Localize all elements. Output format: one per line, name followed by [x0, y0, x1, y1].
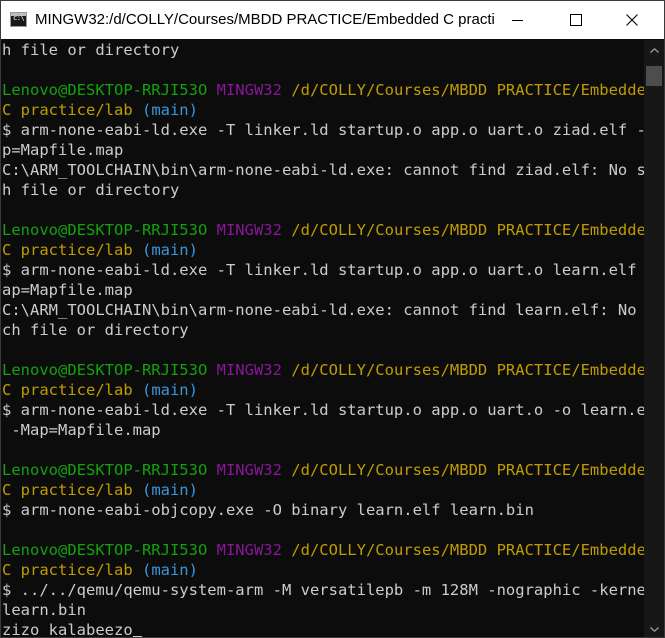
- terminal-text: -Map=Mapfile.map: [2, 421, 161, 439]
- prompt-segment-green: Lenovo@DESKTOP-RRJI53O: [2, 541, 217, 559]
- terminal-icon[interactable]: c:\: [10, 12, 27, 27]
- prompt-segment-yellow: C practice/lab: [2, 381, 142, 399]
- title-bar[interactable]: c:\ MINGW32:/d/COLLY/Courses/MBDD PRACTI…: [1, 1, 664, 39]
- prompt-segment-cyan: (main): [141, 101, 198, 119]
- prompt-segment-yellow: C practice/lab: [2, 561, 142, 579]
- scroll-up-arrow-icon: [649, 47, 659, 53]
- terminal-line: C:\ARM_TOOLCHAIN\bin\arm-none-eabi-ld.ex…: [2, 160, 644, 180]
- close-icon: [626, 14, 638, 26]
- terminal-output[interactable]: h file or directory Lenovo@DESKTOP-RRJI53…: [1, 40, 644, 638]
- terminal-line: $ arm-none-eabi-ld.exe -T linker.ld star…: [2, 400, 644, 420]
- prompt-segment-cyan: (main): [141, 481, 198, 499]
- terminal-line: -Map=Mapfile.map: [2, 420, 161, 440]
- terminal-text: ch file or directory: [2, 321, 189, 339]
- prompt-segment-yellow: /d/COLLY/Courses/MBDD PRACTICE/Embedded: [291, 81, 644, 99]
- prompt-segment-purple: MINGW32: [216, 81, 292, 99]
- terminal-line: $ arm-none-eabi-ld.exe -T linker.ld star…: [2, 120, 644, 140]
- terminal-line: C practice/lab (main): [2, 240, 198, 260]
- minimize-icon: [511, 19, 523, 21]
- terminal-line: p=Mapfile.map: [2, 140, 123, 160]
- scroll-down-arrow-icon: [649, 626, 659, 632]
- terminal-line: C practice/lab (main): [2, 100, 198, 120]
- prompt-segment-green: Lenovo@DESKTOP-RRJI53O: [2, 461, 217, 479]
- prompt-segment-cyan: (main): [141, 561, 198, 579]
- terminal-text: zizo kalabeezo: [2, 621, 133, 638]
- terminal-text: C:\ARM_TOOLCHAIN\bin\arm-none-eabi-ld.ex…: [2, 301, 644, 319]
- terminal-line: Lenovo@DESKTOP-RRJI53O MINGW32 /d/COLLY/…: [2, 540, 644, 560]
- scroll-down-button[interactable]: [644, 619, 664, 637]
- prompt-segment-purple: MINGW32: [216, 361, 292, 379]
- prompt-segment-purple: MINGW32: [216, 221, 292, 239]
- vertical-scrollbar[interactable]: [644, 40, 664, 637]
- prompt-segment-yellow: /d/COLLY/Courses/MBDD PRACTICE/Embedded: [291, 221, 644, 239]
- terminal-text: C:\ARM_TOOLCHAIN\bin\arm-none-eabi-ld.ex…: [2, 161, 644, 179]
- scroll-up-button[interactable]: [644, 40, 664, 60]
- terminal-line: C practice/lab (main): [2, 560, 198, 580]
- scroll-thumb[interactable]: [646, 66, 662, 86]
- terminal-line: ap=Mapfile.map: [2, 280, 133, 300]
- window-title: MINGW32:/d/COLLY/Courses/MBDD PRACTICE/E…: [35, 11, 495, 28]
- prompt-segment-yellow: /d/COLLY/Courses/MBDD PRACTICE/Embedded: [291, 541, 644, 559]
- prompt-segment-green: Lenovo@DESKTOP-RRJI53O: [2, 221, 217, 239]
- terminal-line: Lenovo@DESKTOP-RRJI53O MINGW32 /d/COLLY/…: [2, 360, 644, 380]
- terminal-text: learn.bin: [2, 601, 86, 619]
- icon-glyph: c:\: [13, 14, 25, 22]
- terminal-line: C:\ARM_TOOLCHAIN\bin\arm-none-eabi-ld.ex…: [2, 300, 644, 320]
- terminal-line: C practice/lab (main): [2, 380, 198, 400]
- prompt-segment-yellow: /d/COLLY/Courses/MBDD PRACTICE/Embedded: [291, 361, 644, 379]
- terminal-text: p=Mapfile.map: [2, 141, 124, 159]
- terminal-line: C practice/lab (main): [2, 480, 198, 500]
- prompt-segment-purple: MINGW32: [216, 461, 292, 479]
- terminal-line: ch file or directory: [2, 320, 189, 340]
- prompt-segment-cyan: (main): [141, 381, 198, 399]
- terminal-line: zizo kalabeezo: [2, 620, 142, 638]
- terminal-line: Lenovo@DESKTOP-RRJI53O MINGW32 /d/COLLY/…: [2, 220, 644, 240]
- terminal-line: Lenovo@DESKTOP-RRJI53O MINGW32 /d/COLLY/…: [2, 460, 644, 480]
- prompt-segment-cyan: (main): [141, 241, 198, 259]
- terminal-text: $ arm-none-eabi-ld.exe -T linker.ld star…: [2, 401, 644, 419]
- prompt-segment-green: Lenovo@DESKTOP-RRJI53O: [2, 361, 217, 379]
- terminal-text: $ arm-none-eabi-ld.exe -T linker.ld star…: [2, 121, 644, 139]
- terminal-line: Lenovo@DESKTOP-RRJI53O MINGW32 /d/COLLY/…: [2, 80, 644, 100]
- terminal-text: $ arm-none-eabi-ld.exe -T linker.ld star…: [2, 261, 644, 279]
- terminal-line: $ ../../qemu/qemu-system-arm -M versatil…: [2, 580, 644, 600]
- terminal-line: $ arm-none-eabi-ld.exe -T linker.ld star…: [2, 260, 644, 280]
- terminal-line: h file or directory: [2, 180, 179, 200]
- minimize-button[interactable]: [494, 1, 540, 39]
- terminal-line: h file or directory: [2, 40, 179, 60]
- maximize-button[interactable]: [553, 1, 599, 39]
- terminal-text: h file or directory: [2, 181, 180, 199]
- prompt-segment-green: Lenovo@DESKTOP-RRJI53O: [2, 81, 217, 99]
- maximize-icon: [570, 14, 582, 26]
- terminal-text: h file or directory: [2, 41, 180, 59]
- terminal-text: ap=Mapfile.map: [2, 281, 133, 299]
- terminal-text: $ ../../qemu/qemu-system-arm -M versatil…: [2, 581, 644, 599]
- terminal-line: learn.bin: [2, 600, 86, 620]
- prompt-segment-purple: MINGW32: [216, 541, 292, 559]
- prompt-segment-yellow: C practice/lab: [2, 101, 142, 119]
- prompt-segment-yellow: /d/COLLY/Courses/MBDD PRACTICE/Embedded: [291, 461, 644, 479]
- prompt-segment-yellow: C practice/lab: [2, 241, 142, 259]
- terminal-window: c:\ MINGW32:/d/COLLY/Courses/MBDD PRACTI…: [0, 0, 665, 638]
- terminal-line: $ arm-none-eabi-objcopy.exe -O binary le…: [2, 500, 534, 520]
- close-button[interactable]: [609, 1, 655, 39]
- terminal-text: $ arm-none-eabi-objcopy.exe -O binary le…: [2, 501, 534, 519]
- prompt-segment-yellow: C practice/lab: [2, 481, 142, 499]
